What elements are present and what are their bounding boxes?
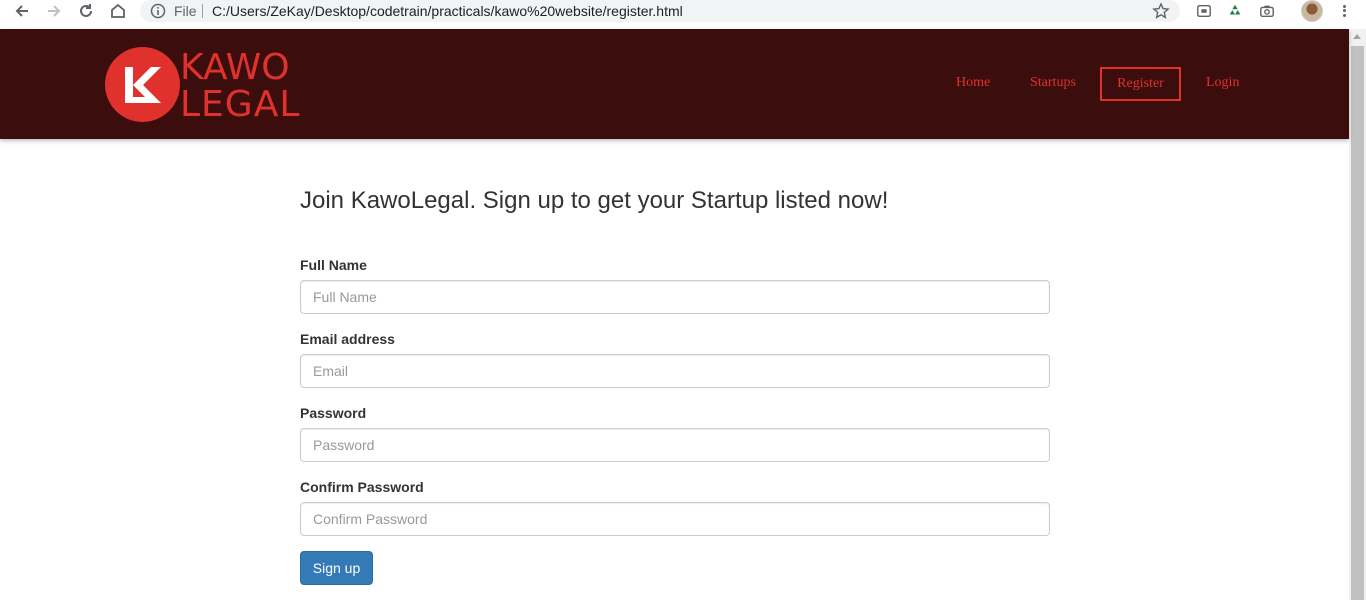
address-bar[interactable]: File C:/Users/ZeKay/Desktop/codetrain/pr… [140,0,1180,22]
confirm-password-input[interactable] [300,502,1050,536]
full-name-label: Full Name [300,257,367,273]
full-name-input[interactable] [300,280,1050,314]
cast-icon[interactable] [1195,2,1213,20]
browser-toolbar: File C:/Users/ZeKay/Desktop/codetrain/pr… [0,0,1366,29]
nav-startups[interactable]: Startups [1030,75,1076,91]
profile-avatar[interactable] [1301,0,1323,22]
page-title: Join KawoLegal. Sign up to get your Star… [300,187,889,214]
forward-icon[interactable] [43,0,65,22]
nav-login[interactable]: Login [1206,75,1239,91]
email-label: Email address [300,331,395,347]
scroll-thumb[interactable] [1351,46,1364,600]
omnibox-divider [202,4,203,18]
email-input[interactable] [300,354,1050,388]
password-input[interactable] [300,428,1050,462]
logo-text[interactable]: KAWO LEGAL [180,49,300,123]
password-label: Password [300,405,367,421]
reload-icon[interactable] [75,0,97,22]
file-label: File [174,3,197,19]
sign-up-button[interactable]: Sign up [300,551,373,585]
nav-register[interactable]: Register [1100,67,1181,101]
site-header: KAWO LEGAL Home Startups Register Login [0,29,1349,139]
star-icon[interactable] [1152,2,1170,20]
scrollbar[interactable] [1349,29,1366,600]
back-icon[interactable] [11,0,33,22]
camera-icon[interactable] [1258,2,1276,20]
menu-icon[interactable] [1336,1,1352,21]
logo-line-1: KAWO [180,47,290,88]
logo-icon[interactable] [105,47,180,122]
logo-line-2: LEGAL [180,84,301,125]
home-icon[interactable] [107,0,129,22]
nav-home[interactable]: Home [956,75,990,91]
scroll-up-icon[interactable] [1353,34,1361,39]
info-icon[interactable] [150,3,166,19]
confirm-password-label: Confirm Password [300,479,424,495]
recycle-icon[interactable] [1226,2,1244,20]
url-text[interactable]: C:/Users/ZeKay/Desktop/codetrain/practic… [212,3,683,19]
